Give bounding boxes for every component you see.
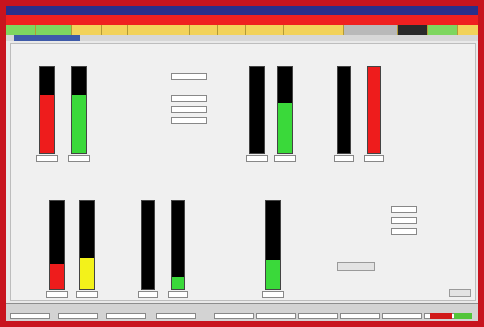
alarm-banner[interactable]	[6, 15, 478, 25]
gauge-value-top_left-1	[36, 155, 58, 162]
gauge-bar-top_left-1	[39, 66, 55, 154]
command-button-6[interactable]	[190, 25, 218, 35]
gauge-value-top_left-2	[68, 155, 90, 162]
status-ok-indicator[interactable]	[454, 313, 472, 319]
command-button-11[interactable]	[398, 25, 428, 35]
corner-action-button[interactable]	[449, 289, 471, 297]
gauge-fill-bot_2-2	[172, 277, 184, 289]
status-field-8	[340, 313, 380, 319]
field-input-right-4[interactable]	[391, 228, 417, 235]
command-button-3[interactable]	[72, 25, 102, 35]
gauge-value-bot_2-1	[138, 291, 158, 298]
gauge-fill-bot_1-2	[80, 258, 94, 289]
center-action-button[interactable]	[337, 262, 375, 271]
tab-active[interactable]	[14, 35, 80, 41]
gauge-bar-bot_1-1	[49, 200, 65, 290]
gauge-bar-top_mid-2	[277, 66, 293, 154]
gauge-bar-bot_2-1	[141, 200, 155, 290]
field-input-top-5[interactable]	[171, 117, 207, 124]
gauge-fill-top_right-2	[368, 67, 380, 153]
command-button-4[interactable]	[102, 25, 128, 35]
status-alarm-indicator[interactable]	[430, 313, 452, 319]
command-bar	[6, 25, 478, 35]
status-field-1	[10, 313, 50, 319]
command-button-12[interactable]	[428, 25, 458, 35]
title-bar	[6, 6, 478, 15]
command-button-10[interactable]	[344, 25, 398, 35]
gauge-fill-top_left-2	[72, 95, 86, 153]
status-field-7	[298, 313, 338, 319]
gauge-bar-top_mid-1	[249, 66, 265, 154]
main-panel	[10, 43, 476, 301]
gauge-value-top_right-1	[334, 155, 354, 162]
command-button-2[interactable]	[36, 25, 72, 35]
status-bar	[6, 303, 478, 321]
gauge-fill-top_left-1	[40, 95, 54, 153]
gauge-value-top_mid-2	[274, 155, 296, 162]
status-field-2	[58, 313, 98, 319]
status-field-6	[256, 313, 296, 319]
field-input-top-4[interactable]	[171, 106, 207, 113]
gauge-value-bot_2-2	[168, 291, 188, 298]
status-field-5	[214, 313, 254, 319]
gauge-bar-top_left-2	[71, 66, 87, 154]
gauge-fill-bot_1-1	[50, 264, 64, 289]
command-button-1[interactable]	[6, 25, 36, 35]
gauge-bar-bot_2-2	[171, 200, 185, 290]
gauge-value-top_right-2	[364, 155, 384, 162]
gauge-value-bot_1-1	[46, 291, 68, 298]
command-button-8[interactable]	[246, 25, 284, 35]
command-button-5[interactable]	[128, 25, 190, 35]
gauge-bar-top_right-2	[367, 66, 381, 154]
gauge-value-bot_3-1	[262, 291, 284, 298]
command-button-9[interactable]	[284, 25, 344, 35]
field-input-right-2[interactable]	[391, 206, 417, 213]
tab-strip	[6, 35, 478, 41]
gauge-value-bot_1-2	[76, 291, 98, 298]
status-field-3	[106, 313, 146, 319]
field-input-right-3[interactable]	[391, 217, 417, 224]
gauge-value-top_mid-1	[246, 155, 268, 162]
status-field-9	[382, 313, 422, 319]
command-button-7[interactable]	[218, 25, 246, 35]
gauge-bar-bot_1-2	[79, 200, 95, 290]
gauge-bar-bot_3-1	[265, 200, 281, 290]
field-input-top-3[interactable]	[171, 95, 207, 102]
gauge-fill-top_mid-2	[278, 103, 292, 153]
gauge-fill-bot_3-1	[266, 260, 280, 289]
status-field-4	[156, 313, 196, 319]
field-input-top-1[interactable]	[171, 73, 207, 80]
gauge-bar-top_right-1	[337, 66, 351, 154]
